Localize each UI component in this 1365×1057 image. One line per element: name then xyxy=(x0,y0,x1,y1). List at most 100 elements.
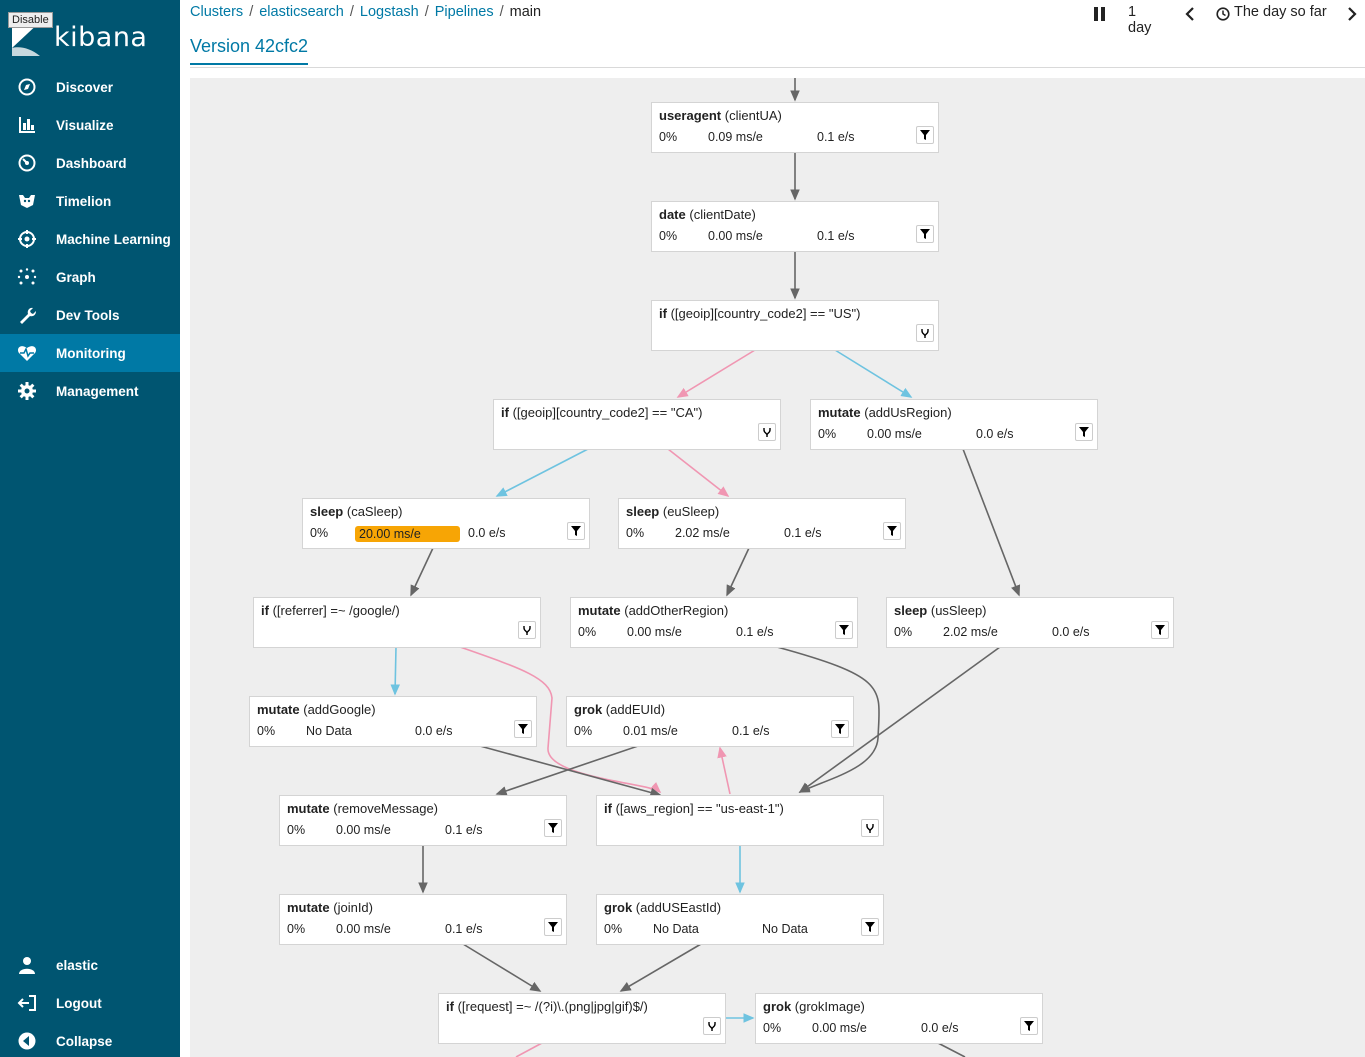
nav-dashboard[interactable]: Dashboard xyxy=(0,144,180,182)
filter-button[interactable] xyxy=(916,225,934,243)
disable-button[interactable]: Disable xyxy=(8,12,53,28)
refresh-interval[interactable]: 1 day xyxy=(1128,4,1151,36)
filter-icon xyxy=(920,130,930,140)
filter-button[interactable] xyxy=(883,522,901,540)
vertex-latency-slow: 20.00 ms/e xyxy=(355,526,460,542)
nav-machine-learning[interactable]: Machine Learning xyxy=(0,220,180,258)
vertex-if-request[interactable]: if ([request] =~ /(?i)\.(png|jpg|gif)$/) xyxy=(438,993,726,1044)
branch-button[interactable] xyxy=(518,621,536,639)
branch-icon xyxy=(763,428,771,437)
branch-button[interactable] xyxy=(758,423,776,441)
breadcrumb-separator: / xyxy=(349,4,354,20)
nav-label: Dev Tools xyxy=(56,307,120,323)
filter-button[interactable] xyxy=(861,918,879,936)
nav-label: Timelion xyxy=(56,193,112,209)
vertex-cpu: 0% xyxy=(626,526,645,540)
breadcrumb-separator: / xyxy=(499,4,504,20)
pause-icon[interactable] xyxy=(1094,7,1106,21)
vertex-throughput: 0.0 e/s xyxy=(976,427,1014,441)
filter-button[interactable] xyxy=(1020,1017,1038,1035)
vertex-cpu: 0% xyxy=(818,427,837,441)
nav-visualize[interactable]: Visualize xyxy=(0,106,180,144)
vertex-latency: No Data xyxy=(653,922,699,936)
branch-button[interactable] xyxy=(861,819,879,837)
vertex-sleep-casleep[interactable]: sleep (caSleep) 0% 20.00 ms/e 0.0 e/s xyxy=(302,498,590,549)
nav-label: Collapse xyxy=(56,1033,113,1049)
vertex-useragent[interactable]: useragent (clientUA) 0% 0.09 ms/e 0.1 e/… xyxy=(651,102,939,153)
vertex-cpu: 0% xyxy=(604,922,623,936)
edge xyxy=(619,943,702,992)
nav-timelion[interactable]: Timelion xyxy=(0,182,180,220)
vertex-mutate-addgoogle[interactable]: mutate (addGoogle) 0% No Data 0.0 e/s xyxy=(249,696,537,747)
vertex-if-ca[interactable]: if ([geoip][country_code2] == "CA") xyxy=(493,399,781,450)
edge-false xyxy=(676,349,756,398)
branch-button[interactable] xyxy=(916,324,934,342)
pipeline-graph[interactable]: useragent (clientUA) 0% 0.09 ms/e 0.1 e/… xyxy=(190,78,1365,1057)
vertex-grok-grokimage[interactable]: grok (grokImage) 0% 0.00 ms/e 0.0 e/s xyxy=(755,993,1043,1044)
filter-button[interactable] xyxy=(835,621,853,639)
nav-discover[interactable]: Discover xyxy=(0,68,180,106)
filter-button[interactable] xyxy=(514,720,532,738)
vertex-date[interactable]: date (clientDate) 0% 0.00 ms/e 0.1 e/s xyxy=(651,201,939,252)
nav-management[interactable]: Management xyxy=(0,372,180,410)
filter-button[interactable] xyxy=(1075,423,1093,441)
filter-button[interactable] xyxy=(567,522,585,540)
branch-icon xyxy=(921,329,929,338)
breadcrumb-elasticsearch[interactable]: elasticsearch xyxy=(259,4,344,20)
nav-graph[interactable]: Graph xyxy=(0,258,180,296)
vertex-sleep-eusleep[interactable]: sleep (euSleep) 0% 2.02 ms/e 0.1 e/s xyxy=(618,498,906,549)
branch-icon xyxy=(866,824,874,833)
vertex-sleep-ussleep[interactable]: sleep (usSleep) 0% 2.02 ms/e 0.0 e/s xyxy=(886,597,1174,648)
vertex-if-us[interactable]: if ([geoip][country_code2] == "US") xyxy=(651,300,939,351)
vertex-if-aws-region[interactable]: if ([aws_region] == "us-east-1") xyxy=(596,795,884,846)
edge xyxy=(937,1042,966,1057)
filter-icon xyxy=(887,526,897,536)
edge-true xyxy=(834,349,913,398)
vertex-title: mutate (addUsRegion) xyxy=(818,405,952,420)
nav-monitoring[interactable]: Monitoring xyxy=(0,334,180,372)
gear-icon xyxy=(18,382,36,400)
filter-button[interactable] xyxy=(916,126,934,144)
filter-button[interactable] xyxy=(544,819,562,837)
nav-label: Graph xyxy=(56,269,96,285)
branch-button[interactable] xyxy=(703,1017,721,1035)
breadcrumb-logstash[interactable]: Logstash xyxy=(360,4,419,20)
vertex-throughput: No Data xyxy=(762,922,808,936)
vertex-grok-addeastid[interactable]: grok (addUSEastId) 0% No Data No Data xyxy=(596,894,884,945)
chevron-left-icon[interactable] xyxy=(1185,7,1195,21)
filter-button[interactable] xyxy=(1151,621,1169,639)
edge xyxy=(495,745,639,796)
filter-button[interactable] xyxy=(831,720,849,738)
vertex-mutate-joinid[interactable]: mutate (joinId) 0% 0.00 ms/e 0.1 e/s xyxy=(279,894,567,945)
edge xyxy=(726,547,750,597)
vertex-grok-addeuid[interactable]: grok (addEUId) 0% 0.01 ms/e 0.1 e/s xyxy=(566,696,854,747)
vertex-title: if ([request] =~ /(?i)\.(png|jpg|gif)$/) xyxy=(446,999,648,1014)
time-range[interactable]: The day so far xyxy=(1234,4,1327,20)
vertex-mutate-addusregion[interactable]: mutate (addUsRegion) 0% 0.00 ms/e 0.0 e/… xyxy=(810,399,1098,450)
breadcrumb-separator: / xyxy=(249,4,254,20)
filter-button[interactable] xyxy=(544,918,562,936)
nav-collapse[interactable]: Collapse xyxy=(0,1022,180,1057)
breadcrumb-pipelines[interactable]: Pipelines xyxy=(435,4,494,20)
chevron-right-icon[interactable] xyxy=(1347,7,1357,21)
edge-false xyxy=(515,1042,543,1057)
filter-icon xyxy=(835,724,845,734)
edge xyxy=(462,943,542,992)
tab-version[interactable]: Version 42cfc2 xyxy=(190,36,309,65)
filter-icon xyxy=(518,724,528,734)
nav-user[interactable]: elastic xyxy=(0,946,180,984)
vertex-latency: 0.00 ms/e xyxy=(336,823,391,837)
vertex-latency: 2.02 ms/e xyxy=(675,526,730,540)
vertex-cpu: 0% xyxy=(257,724,276,738)
nav-dev-tools[interactable]: Dev Tools xyxy=(0,296,180,334)
user-icon xyxy=(19,957,35,974)
vertex-if-referrer[interactable]: if ([referrer] =~ /google/) xyxy=(253,597,541,648)
vertex-mutate-removemessage[interactable]: mutate (removeMessage) 0% 0.00 ms/e 0.1 … xyxy=(279,795,567,846)
nav-logout[interactable]: Logout xyxy=(0,984,180,1022)
vertex-mutate-addotherregion[interactable]: mutate (addOtherRegion) 0% 0.00 ms/e 0.1… xyxy=(570,597,858,648)
vertex-title: grok (addUSEastId) xyxy=(604,900,722,915)
nav-label: Logout xyxy=(56,995,102,1011)
vertex-latency: 0.00 ms/e xyxy=(708,229,763,243)
breadcrumb-clusters[interactable]: Clusters xyxy=(190,4,243,20)
vertex-cpu: 0% xyxy=(574,724,593,738)
